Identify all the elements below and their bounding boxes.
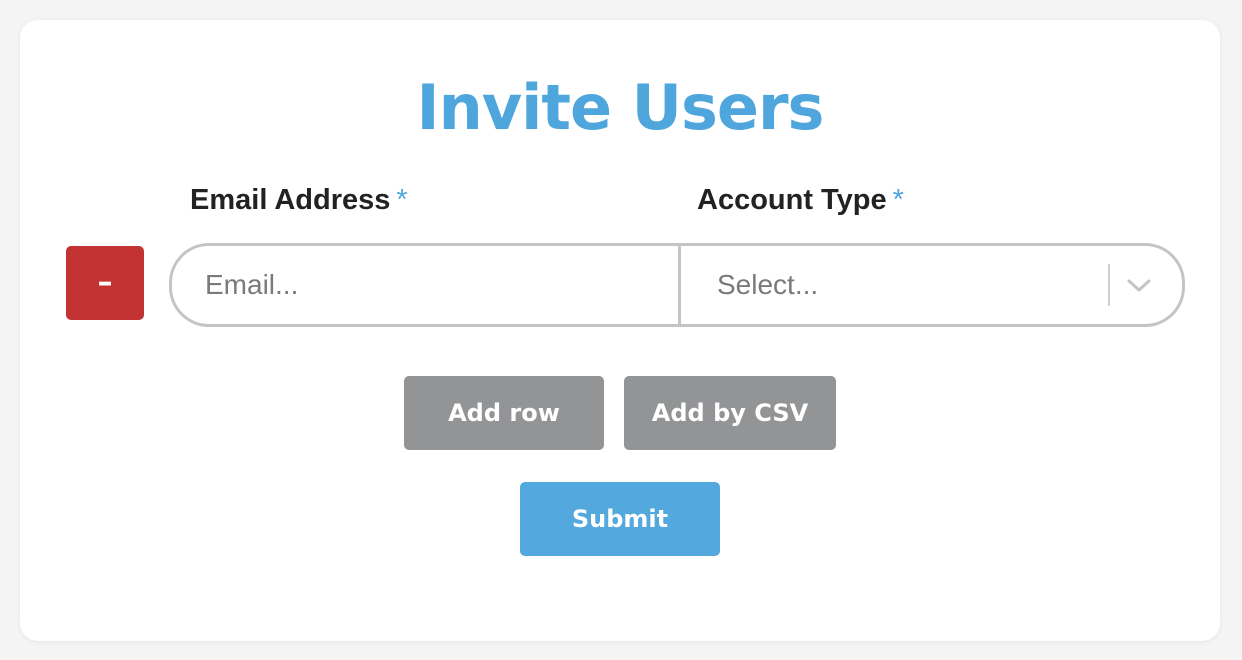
- invite-users-card: Invite Users Email Address * Account Type…: [20, 20, 1220, 641]
- email-address-label-text: Email Address: [190, 184, 391, 216]
- email-address-label: Email Address *: [190, 180, 408, 220]
- account-type-label: Account Type *: [697, 180, 904, 220]
- remove-row-button[interactable]: –: [66, 246, 144, 320]
- chevron-down-icon[interactable]: [1125, 272, 1153, 298]
- email-input[interactable]: [172, 246, 678, 324]
- account-type-select-value: Select...: [717, 269, 819, 300]
- required-marker: *: [396, 184, 408, 216]
- add-row-button[interactable]: Add row: [404, 376, 604, 450]
- account-type-select[interactable]: Select...: [681, 246, 1182, 324]
- submit-button[interactable]: Submit: [520, 482, 720, 556]
- select-indicator-separator: [1108, 264, 1110, 306]
- add-by-csv-button[interactable]: Add by CSV: [624, 376, 836, 450]
- invite-row: Select...: [169, 243, 1185, 327]
- account-type-label-text: Account Type: [697, 184, 887, 216]
- required-marker: *: [892, 184, 904, 216]
- page-title: Invite Users: [416, 71, 825, 144]
